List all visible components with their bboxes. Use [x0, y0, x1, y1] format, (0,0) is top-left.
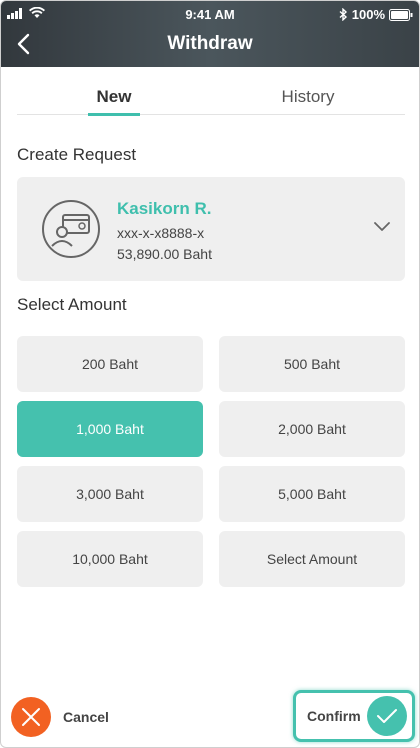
app-header: 9:41 AM 100% Withdraw: [1, 1, 419, 67]
confirm-circle: [367, 696, 407, 736]
checkmark-icon: [377, 709, 397, 723]
confirm-button[interactable]: Confirm: [293, 690, 415, 742]
status-right: 100%: [339, 7, 413, 22]
close-icon: [22, 708, 40, 726]
amount-option-500[interactable]: 500 Baht: [219, 336, 405, 392]
account-selector[interactable]: Kasikorn R. xxx-x-x8888-x 53,890.00 Baht: [17, 177, 405, 281]
create-request-heading: Create Request: [17, 145, 137, 164]
amount-option-2000[interactable]: 2,000 Baht: [219, 401, 405, 457]
confirm-label: Confirm: [307, 708, 361, 724]
nav-bar: Withdraw: [1, 25, 419, 63]
cancel-button[interactable]: Cancel: [11, 695, 109, 739]
tab-bar: New History: [17, 81, 405, 116]
status-bar: 9:41 AM 100%: [1, 5, 419, 23]
battery-percent: 100%: [351, 7, 385, 22]
tab-new[interactable]: New: [17, 87, 211, 107]
account-card-icon: [42, 200, 100, 258]
bluetooth-icon: [339, 8, 347, 21]
amount-option-5000[interactable]: 5,000 Baht: [219, 466, 405, 522]
app-frame: 9:41 AM 100% Withdraw New History Create…: [0, 0, 420, 748]
amount-option-10000[interactable]: 10,000 Baht: [17, 531, 203, 587]
battery-icon: [389, 8, 413, 21]
tab-history[interactable]: History: [211, 87, 405, 107]
account-name: Kasikorn R.: [117, 199, 212, 218]
cancel-label: Cancel: [63, 709, 109, 725]
account-balance: 53,890.00 Baht: [117, 246, 212, 262]
amount-option-custom[interactable]: Select Amount: [219, 531, 405, 587]
amount-option-1000[interactable]: 1,000 Baht: [17, 401, 203, 457]
page-title: Withdraw: [167, 33, 253, 54]
cancel-circle: [11, 697, 51, 737]
account-number: xxx-x-x8888-x: [117, 225, 205, 241]
chevron-down-icon[interactable]: [373, 221, 391, 233]
select-amount-heading: Select Amount: [17, 295, 127, 314]
active-tab-indicator: [88, 113, 140, 116]
amount-option-3000[interactable]: 3,000 Baht: [17, 466, 203, 522]
amount-option-200[interactable]: 200 Baht: [17, 336, 203, 392]
